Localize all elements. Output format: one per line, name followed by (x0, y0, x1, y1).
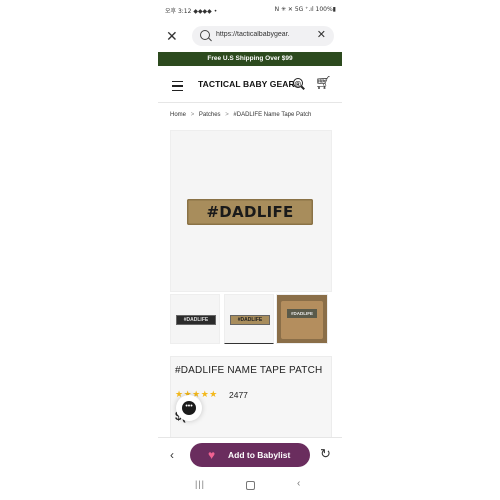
search-icon[interactable] (293, 78, 303, 88)
bottom-toolbar: ‹ ♥ Add to Babylist ↻ (158, 437, 342, 474)
reload-icon[interactable]: ↻ (320, 446, 331, 462)
url-text: https://tacticalbabygear. (216, 31, 290, 38)
url-field[interactable]: https://tacticalbabygear. ✕ (192, 26, 334, 46)
breadcrumb: Home > Patches > #DADLIFE Name Tape Patc… (170, 112, 311, 118)
cart-icon[interactable]: 🛒︎ (315, 75, 332, 91)
brand-logo[interactable]: TACTICAL BABY GEAR® (198, 79, 301, 89)
add-to-babylist-label: Add to Babylist (228, 450, 291, 460)
site-header: TACTICAL BABY GEAR® 🛒︎ (158, 66, 342, 103)
thumbnail-2[interactable]: #DADLIFE (224, 294, 274, 344)
close-icon[interactable]: ✕ (166, 28, 178, 44)
search-icon (200, 30, 210, 40)
chat-icon: ••• (182, 401, 196, 415)
breadcrumb-patches[interactable]: Patches (199, 112, 221, 118)
bag-graphic: #DADLIFE (281, 301, 323, 339)
product-main-image[interactable]: #DADLIFE (170, 130, 332, 292)
thumbnail-1[interactable]: #DADLIFE (170, 294, 220, 344)
breadcrumb-home[interactable]: Home (170, 112, 186, 118)
thumbnail-patch: #DADLIFE (176, 315, 216, 325)
patch-text: #DADLIFE (206, 203, 294, 221)
back-icon[interactable]: ‹ (170, 448, 174, 462)
home-icon[interactable] (246, 481, 255, 490)
thumbnail-patch-text: #DADLIFE (237, 317, 263, 323)
status-right: N ✳ ✕ 5G ⁺.ıl 100%▮ (274, 6, 336, 13)
status-left: 오후 3:12 ◆◆◆◆ • (165, 8, 218, 15)
breadcrumb-separator: > (190, 112, 195, 118)
thumbnail-patch: #DADLIFE (230, 315, 270, 325)
add-to-babylist-button[interactable]: ♥ Add to Babylist (190, 443, 310, 467)
heart-icon: ♥ (208, 448, 216, 462)
product-title: #DADLIFE NAME TAPE PATCH (175, 365, 323, 376)
thumbnail-patch-text: #DADLIFE (290, 311, 313, 316)
system-navigation: ||| ‹ (158, 474, 342, 498)
system-back-icon[interactable]: ‹ (297, 478, 300, 489)
breadcrumb-current: #DADLIFE Name Tape Patch (233, 112, 312, 118)
thumbnail-patch: #DADLIFE (287, 309, 317, 318)
patch-graphic: #DADLIFE (187, 199, 313, 225)
clear-url-icon[interactable]: ✕ (317, 28, 326, 42)
recent-apps-icon[interactable]: ||| (195, 479, 205, 489)
thumbnail-3[interactable]: #DADLIFE (276, 294, 328, 344)
promo-banner: Free U.S Shipping Over $99 (158, 52, 342, 66)
thumbnail-strip: #DADLIFE #DADLIFE #DADLIFE (170, 294, 330, 344)
chat-button[interactable]: ••• (176, 395, 202, 421)
thumbnail-patch-text: #DADLIFE (183, 317, 209, 323)
status-bar: 오후 3:12 ◆◆◆◆ • N ✳ ✕ 5G ⁺.ıl 100%▮ (158, 6, 342, 16)
menu-icon[interactable] (172, 81, 183, 91)
breadcrumb-separator: > (225, 112, 229, 118)
browser-url-bar: ✕ https://tacticalbabygear. ✕ (158, 24, 342, 50)
phone-screen: 오후 3:12 ◆◆◆◆ • N ✳ ✕ 5G ⁺.ıl 100%▮ ✕ htt… (158, 0, 342, 500)
review-count[interactable]: 2477 (229, 390, 248, 400)
